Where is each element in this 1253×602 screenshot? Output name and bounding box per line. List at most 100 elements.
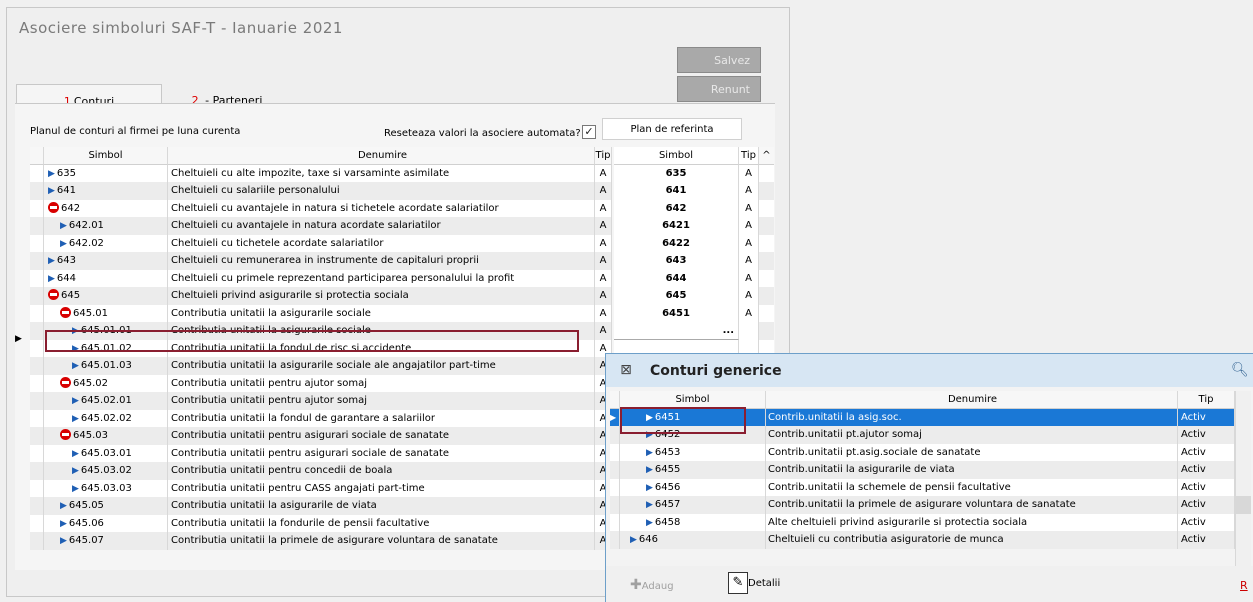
edit-document-icon: ✎: [728, 572, 748, 594]
expand-icon[interactable]: ▶: [646, 518, 653, 528]
add-button[interactable]: ✚Adaug: [630, 577, 674, 593]
expand-icon[interactable]: ▶: [646, 430, 653, 440]
cancel-button[interactable]: Renunt: [677, 76, 761, 102]
list-item[interactable]: ▶ 6452 Contrib.unitatii pt.ajutor somaj Act…: [610, 426, 1235, 444]
cell-ref-simbol[interactable]: 6422: [614, 234, 739, 252]
list-item[interactable]: ▶ 6458 Alte cheltuieli privind asigurarile…: [610, 513, 1235, 531]
collapse-icon[interactable]: [48, 289, 59, 300]
table-row[interactable]: 645 Cheltuieli privind asigurarile si pro…: [30, 287, 774, 305]
cell-simbol: ▶ 645.07: [44, 532, 168, 550]
cell-ref-simbol[interactable]: 642: [614, 199, 739, 217]
collapse-icon[interactable]: [60, 429, 71, 440]
collapse-icon[interactable]: [48, 201, 59, 213]
header-ref-simbol[interactable]: Simbol: [614, 147, 739, 165]
cell-ref-simbol[interactable]: 6451: [614, 304, 739, 322]
table-row[interactable]: ▶ 642.02 Cheltuieli cu tichetele acordate …: [30, 234, 774, 252]
reset-checkbox[interactable]: ✓: [582, 125, 596, 139]
row-indicator: [30, 479, 44, 497]
cell-ref-simbol[interactable]: 644: [614, 269, 739, 287]
scroll-up-arrow[interactable]: ^: [759, 147, 774, 165]
expand-icon[interactable]: ▶: [48, 274, 55, 284]
cell-tip: A: [595, 217, 612, 235]
table-row[interactable]: 642 Cheltuieli cu avantajele in natura si…: [30, 199, 774, 217]
list-item[interactable]: ▶ ▶ 6451 Contrib.unitatii la asig.soc. Activ: [610, 408, 1235, 426]
expand-icon[interactable]: ▶: [60, 221, 67, 231]
row-indicator: [30, 497, 44, 515]
cell-ref-simbol[interactable]: 643: [614, 252, 739, 270]
cell-simbol: ▶ 646: [620, 531, 766, 549]
row-indicator: [30, 269, 44, 287]
expand-icon[interactable]: ▶: [72, 326, 79, 336]
list-item[interactable]: ▶ 646 Cheltuieli cu contributia asigurator…: [610, 531, 1235, 549]
expand-icon[interactable]: ▶: [646, 500, 653, 510]
expand-icon[interactable]: ▶: [72, 396, 79, 406]
cell-simbol: ▶ 6452: [620, 426, 766, 444]
header-simbol[interactable]: Simbol: [620, 391, 766, 409]
collapse-icon[interactable]: [60, 376, 71, 388]
row-indicator: [30, 217, 44, 235]
expand-icon[interactable]: ▶: [48, 186, 55, 196]
list-item[interactable]: ▶ 6455 Contrib.unitatii la asigurarile de …: [610, 461, 1235, 479]
cell-tip: A: [595, 252, 612, 270]
list-item[interactable]: ▶ 6453 Contrib.unitatii pt.asig.sociale de…: [610, 443, 1235, 461]
expand-icon[interactable]: ▶: [646, 413, 653, 423]
expand-icon[interactable]: ▶: [646, 483, 653, 493]
details-button[interactable]: ✎ Detalii: [728, 572, 780, 594]
cell-denumire: Cheltuieli cu tichetele acordate salaria…: [168, 234, 595, 252]
details-label: Detalii: [748, 578, 781, 589]
cell-tip: A: [595, 269, 612, 287]
simbol-text: 6458: [654, 516, 681, 528]
cell-ref-tip: A: [739, 217, 759, 235]
cell-simbol: ▶ 645.03.03: [44, 479, 168, 497]
expand-icon[interactable]: ▶: [48, 169, 55, 179]
collapse-icon[interactable]: [60, 306, 71, 318]
row-indicator: [610, 461, 620, 479]
header-ref-tip[interactable]: Tip: [739, 147, 759, 165]
header-tip[interactable]: Tip: [595, 147, 612, 165]
cell-simbol: ▶ 645.06: [44, 514, 168, 532]
row-indicator: [610, 496, 620, 514]
header-denumire[interactable]: Denumire: [168, 147, 595, 165]
expand-icon[interactable]: ▶: [646, 465, 653, 475]
cell-tip: Activ: [1178, 478, 1235, 496]
header-tip[interactable]: Tip: [1178, 391, 1235, 409]
close-icon[interactable]: ⊠: [616, 360, 636, 380]
expand-icon[interactable]: ▶: [72, 361, 79, 371]
table-row[interactable]: ▶ 643 Cheltuieli cu remunerarea in instrum…: [30, 252, 774, 270]
header-simbol[interactable]: Simbol: [44, 147, 168, 165]
cell-denumire: Contributia unitatii pentru concedii de …: [168, 462, 595, 480]
expand-icon[interactable]: ▶: [60, 239, 67, 249]
expand-icon[interactable]: ▶: [72, 449, 79, 459]
cell-ref-simbol[interactable]: 6421: [614, 217, 739, 235]
cell-ref-simbol[interactable]: 645: [614, 287, 739, 305]
expand-icon[interactable]: ▶: [60, 536, 67, 546]
popup-scrollbar[interactable]: [1235, 391, 1251, 566]
table-row[interactable]: ▶ 642.01 Cheltuieli cu avantajele in natur…: [30, 217, 774, 235]
expand-icon[interactable]: ▶: [646, 448, 653, 458]
list-item[interactable]: ▶ 6457 Contrib.unitatii la primele de asig…: [610, 496, 1235, 514]
cell-ref-simbol[interactable]: 641: [614, 182, 739, 200]
expand-icon[interactable]: ▶: [60, 519, 67, 529]
expand-icon[interactable]: ▶: [630, 535, 637, 545]
table-row[interactable]: ▶ 645.01.01 Contributia unitatii la asigur…: [30, 322, 774, 340]
table-row[interactable]: 645.01 Contributia unitatii la asiguraril…: [30, 304, 774, 322]
expand-icon[interactable]: ▶: [72, 344, 79, 354]
table-row[interactable]: ▶ 635 Cheltuieli cu alte impozite, taxe si…: [30, 164, 774, 182]
corner-shortcut[interactable]: R: [1240, 579, 1248, 592]
header-denumire[interactable]: Denumire: [766, 391, 1178, 409]
cell-denumire: Contributia unitatii la fondul de garant…: [168, 409, 595, 427]
cell-ref-simbol[interactable]: 635: [614, 164, 739, 182]
expand-icon[interactable]: ▶: [72, 414, 79, 424]
expand-icon[interactable]: ▶: [60, 501, 67, 511]
expand-icon[interactable]: ▶: [72, 466, 79, 476]
cell-ref-simbol[interactable]: ...: [614, 322, 739, 340]
list-item[interactable]: ▶ 6456 Contrib.unitatii la schemele de pen…: [610, 478, 1235, 496]
table-row[interactable]: ▶ 644 Cheltuieli cu primele reprezentand p…: [30, 269, 774, 287]
search-icon[interactable]: 🔍︎: [1231, 362, 1249, 378]
table-row[interactable]: ▶ 641 Cheltuieli cu salariile personalului…: [30, 182, 774, 200]
expand-icon[interactable]: ▶: [48, 256, 55, 266]
expand-icon[interactable]: ▶: [72, 484, 79, 494]
cell-ref-tip: A: [739, 269, 759, 287]
popup-scrollbar-thumb[interactable]: [1235, 496, 1251, 514]
save-button[interactable]: Salvez: [677, 47, 761, 73]
